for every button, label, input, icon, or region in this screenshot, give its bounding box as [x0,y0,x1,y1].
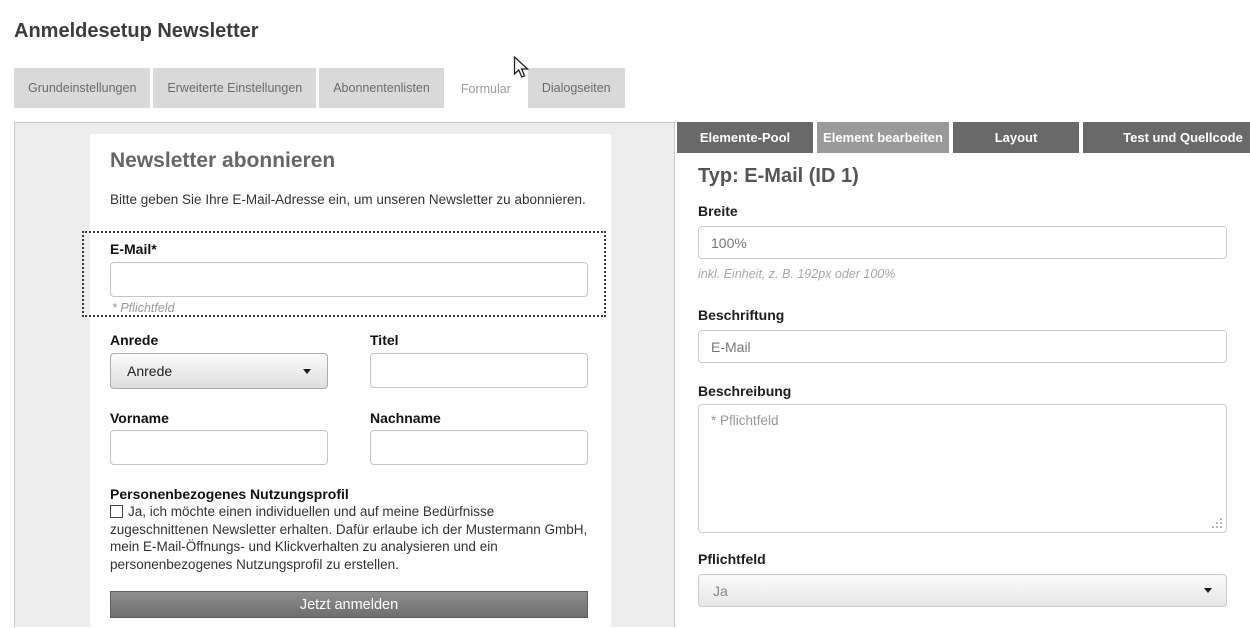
beschreibung-label: Beschreibung [698,383,791,399]
element-editor-panel: Typ: E-Mail (ID 1) Breite inkl. Einheit,… [698,153,1227,627]
titel-input[interactable] [370,353,588,388]
form-preview-panel: Newsletter abonnieren Bitte geben Sie Ih… [14,122,675,627]
newsletter-form-card: Newsletter abonnieren Bitte geben Sie Ih… [90,134,611,628]
tab-test-und-quellcode[interactable]: Test und Quellcode [1083,122,1250,153]
form-heading: Newsletter abonnieren [110,149,335,173]
tab-erweiterte-einstellungen[interactable]: Erweiterte Einstellungen [153,68,316,108]
tab-dialogseiten[interactable]: Dialogseiten [528,68,625,108]
anrede-label: Anrede [110,332,158,348]
tab-layout[interactable]: Layout [953,122,1079,153]
chevron-down-icon [1204,588,1212,593]
email-required-hint: * Pflichtfeld [112,301,175,315]
nutzungsprofil-consent-text: Ja, ich möchte einen individuellen und a… [110,504,587,572]
tab-formular[interactable]: Formular [447,68,525,110]
email-label: E-Mail* [110,241,157,257]
tab-element-bearbeiten[interactable]: Element bearbeiten [817,122,949,153]
nutzungsprofil-heading: Personenbezogenes Nutzungsprofil [110,486,349,502]
anrede-select[interactable]: Anrede [110,353,328,389]
tab-elemente-pool[interactable]: Elemente-Pool [677,122,813,153]
nachname-input[interactable] [370,430,588,465]
beschreibung-field: * Pflichtfeld [698,404,1227,533]
beschriftung-label: Beschriftung [698,307,784,323]
beschriftung-input[interactable] [698,330,1227,363]
beschreibung-textarea[interactable]: * Pflichtfeld [698,404,1227,533]
editor-tab-bar: Elemente-Pool Element bearbeiten Layout … [677,122,1250,153]
nutzungsprofil-checkbox[interactable] [110,505,123,518]
pflichtfeld-selected-value: Ja [713,583,728,599]
chevron-down-icon [303,369,311,374]
nutzungsprofil-paragraph: Ja, ich möchte einen individuellen und a… [110,503,592,573]
breite-hint: inkl. Einheit, z. B. 192px oder 100% [698,267,895,281]
pflichtfeld-select[interactable]: Ja [698,574,1227,607]
breite-label: Breite [698,203,738,219]
pflichtfeld-label: Pflichtfeld [698,551,766,567]
email-input[interactable] [110,262,588,297]
breite-input[interactable] [698,226,1227,259]
main-tab-bar: Grundeinstellungen Erweiterte Einstellun… [14,68,625,110]
element-type-heading: Typ: E-Mail (ID 1) [698,165,859,188]
anrede-selected-value: Anrede [127,363,172,379]
tab-abonnentenlisten[interactable]: Abonnentenlisten [319,68,444,108]
vorname-label: Vorname [110,410,169,426]
page-title: Anmeldesetup Newsletter [14,20,259,43]
vorname-input[interactable] [110,430,328,465]
form-intro-text: Bitte geben Sie Ihre E-Mail-Adresse ein,… [110,191,590,208]
nachname-label: Nachname [370,410,441,426]
tab-grundeinstellungen[interactable]: Grundeinstellungen [14,68,150,108]
submit-button[interactable]: Jetzt anmelden [110,591,588,618]
titel-label: Titel [370,332,399,348]
